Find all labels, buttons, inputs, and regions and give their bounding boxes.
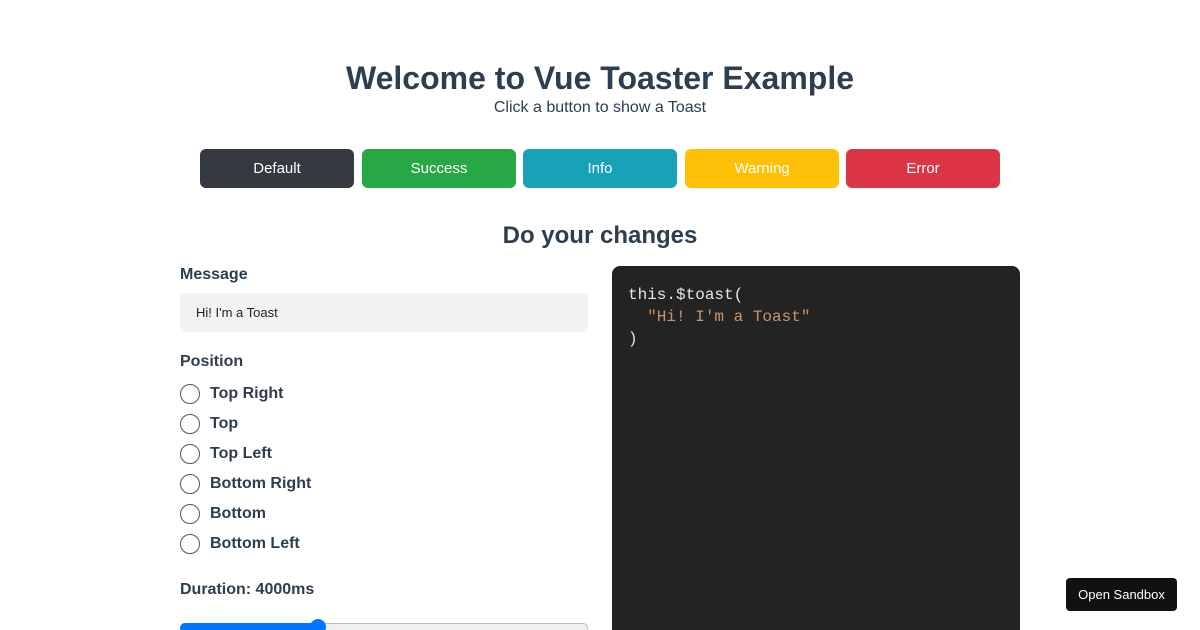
code-line-message: "Hi! I'm a Toast" <box>628 308 811 326</box>
radio-button[interactable] <box>180 414 200 434</box>
toast-button-group: Default Success Info Warning Error <box>200 149 1000 188</box>
message-input[interactable] <box>180 293 588 332</box>
page-subtitle: Click a button to show a Toast <box>493 99 707 116</box>
radio-label: Top Right <box>210 385 284 402</box>
code-line-close: ) <box>628 330 638 348</box>
code-preview: this.$toast( "Hi! I'm a Toast" ) <box>612 266 1020 630</box>
page-title: Welcome to Vue Toaster Example <box>345 60 854 96</box>
open-sandbox-button[interactable]: Open Sandbox <box>1066 578 1177 611</box>
position-option-bottom-left[interactable]: Bottom Left <box>180 529 480 559</box>
radio-label: Bottom Left <box>210 535 300 552</box>
radio-button[interactable] <box>180 384 200 404</box>
code-line-call: this.$toast( <box>628 286 744 304</box>
warning-toast-button[interactable]: Warning <box>685 149 839 188</box>
page-header: Welcome to Vue Toaster Example Click a b… <box>0 58 1200 118</box>
section-title: Do your changes <box>502 222 698 249</box>
position-option-bottom-right[interactable]: Bottom Right <box>180 469 480 499</box>
toast-options-form: Message Position Top Right Top Top Left … <box>180 265 588 630</box>
message-label: Message <box>180 266 248 283</box>
radio-button[interactable] <box>180 444 200 464</box>
info-toast-button[interactable]: Info <box>523 149 677 188</box>
duration-label: Duration: 4000ms <box>180 581 315 598</box>
slider-thumb[interactable] <box>310 619 326 630</box>
position-option-bottom[interactable]: Bottom <box>180 499 480 529</box>
default-toast-button[interactable]: Default <box>200 149 354 188</box>
position-option-top[interactable]: Top <box>180 409 480 439</box>
position-option-top-left[interactable]: Top Left <box>180 439 480 469</box>
radio-button[interactable] <box>180 474 200 494</box>
slider-fill <box>180 623 318 630</box>
position-option-top-right[interactable]: Top Right <box>180 379 480 409</box>
radio-label: Bottom <box>210 505 266 522</box>
position-radio-group: Top Right Top Top Left Bottom Right Bott… <box>180 379 480 559</box>
success-toast-button[interactable]: Success <box>362 149 516 188</box>
radio-label: Bottom Right <box>210 475 312 492</box>
duration-slider[interactable] <box>180 619 588 630</box>
radio-label: Top Left <box>210 445 272 462</box>
radio-label: Top <box>210 415 239 432</box>
radio-button[interactable] <box>180 534 200 554</box>
radio-button[interactable] <box>180 504 200 524</box>
error-toast-button[interactable]: Error <box>846 149 1000 188</box>
position-label: Position <box>180 353 244 370</box>
